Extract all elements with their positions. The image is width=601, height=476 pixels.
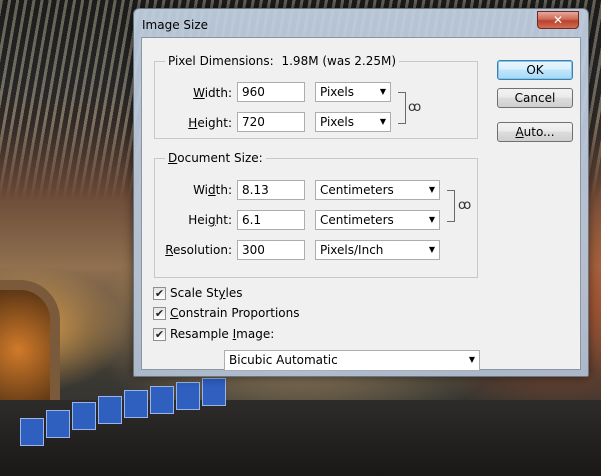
pixel-height-input[interactable]: 720 bbox=[237, 112, 305, 132]
cancel-button[interactable]: Cancel bbox=[497, 88, 573, 108]
background-panel bbox=[46, 410, 70, 438]
pixel-height-label: Height: bbox=[188, 116, 232, 130]
constrain-proportions-label: Constrain Proportions bbox=[170, 306, 300, 320]
background-panel bbox=[124, 390, 148, 418]
doc-height-unit-select[interactable]: Centimeters ▼ bbox=[315, 210, 440, 230]
chevron-down-icon: ▼ bbox=[468, 355, 475, 364]
pixel-link-bracket bbox=[398, 92, 406, 124]
doc-width-unit-value: Centimeters bbox=[320, 183, 394, 197]
background-panel bbox=[176, 382, 200, 410]
doc-height-input[interactable]: 6.1 bbox=[237, 210, 305, 230]
chevron-down-icon: ▼ bbox=[379, 87, 386, 96]
resample-image-label: Resample Image: bbox=[170, 327, 275, 341]
background-panel bbox=[20, 418, 44, 446]
doc-height-unit-value: Centimeters bbox=[320, 213, 394, 227]
pixel-dimensions-size: 1.98M (was 2.25M) bbox=[281, 54, 397, 68]
chevron-down-icon: ▼ bbox=[428, 215, 435, 224]
auto-button[interactable]: Auto... bbox=[497, 122, 573, 142]
chevron-down-icon: ▼ bbox=[379, 117, 386, 126]
doc-height-label: Height: bbox=[188, 213, 232, 227]
background-panel bbox=[72, 402, 96, 430]
close-icon: ✕ bbox=[552, 13, 564, 27]
scale-styles-checkbox[interactable]: ✔ bbox=[153, 287, 166, 300]
resample-method-select[interactable]: Bicubic Automatic ▼ bbox=[224, 350, 480, 371]
doc-width-unit-select[interactable]: Centimeters ▼ bbox=[315, 180, 440, 200]
pixel-width-unit-select[interactable]: Pixels ▼ bbox=[315, 82, 391, 102]
title-bar[interactable]: Image Size ✕ bbox=[134, 9, 588, 37]
background-panel bbox=[98, 396, 122, 424]
link-icon: ꝏ bbox=[408, 100, 422, 115]
scale-styles-option[interactable]: ✔ Scale Styles bbox=[153, 286, 353, 302]
background-panel bbox=[202, 378, 226, 406]
dialog-content: Pixel Dimensions: 1.98M (was 2.25M) Widt… bbox=[141, 37, 581, 371]
doc-width-input[interactable]: 8.13 bbox=[237, 180, 305, 200]
pixel-height-unit-value: Pixels bbox=[320, 115, 355, 129]
resample-method-value: Bicubic Automatic bbox=[229, 353, 338, 367]
background-panel bbox=[150, 386, 174, 414]
background-display-panels bbox=[20, 378, 240, 448]
constrain-proportions-option[interactable]: ✔ Constrain Proportions bbox=[153, 306, 353, 322]
pixel-width-label: Width: bbox=[193, 86, 232, 100]
link-icon: ꝏ bbox=[458, 198, 472, 213]
pixel-width-unit-value: Pixels bbox=[320, 85, 355, 99]
resample-image-option[interactable]: ✔ Resample Image: bbox=[153, 327, 353, 343]
window-title: Image Size bbox=[142, 18, 209, 32]
chevron-down-icon: ▼ bbox=[428, 185, 435, 194]
pixel-dimensions-title: Pixel Dimensions: bbox=[168, 54, 274, 68]
resample-image-checkbox[interactable]: ✔ bbox=[153, 328, 166, 341]
resolution-unit-select[interactable]: Pixels/Inch ▼ bbox=[315, 240, 440, 260]
doc-width-label: Width: bbox=[193, 183, 232, 197]
ok-button[interactable]: OK bbox=[497, 60, 573, 80]
desktop-background: Image Size ✕ Pixel Dimensions: 1.98M (wa… bbox=[0, 0, 601, 476]
pixel-dimensions-label: Pixel Dimensions: 1.98M (was 2.25M) bbox=[165, 54, 400, 68]
resolution-input[interactable]: 300 bbox=[237, 240, 305, 260]
document-size-label: Document Size: bbox=[165, 151, 266, 165]
constrain-proportions-checkbox[interactable]: ✔ bbox=[153, 307, 166, 320]
close-button[interactable]: ✕ bbox=[537, 11, 579, 29]
scale-styles-label: Scale Styles bbox=[170, 286, 243, 300]
resolution-label: Resolution: bbox=[165, 243, 232, 257]
pixel-height-unit-select[interactable]: Pixels ▼ bbox=[315, 112, 391, 132]
image-size-dialog: Image Size ✕ Pixel Dimensions: 1.98M (wa… bbox=[133, 8, 589, 377]
doc-link-bracket bbox=[447, 190, 455, 222]
pixel-width-input[interactable]: 960 bbox=[237, 82, 305, 102]
chevron-down-icon: ▼ bbox=[428, 245, 435, 254]
resolution-unit-value: Pixels/Inch bbox=[320, 243, 384, 257]
